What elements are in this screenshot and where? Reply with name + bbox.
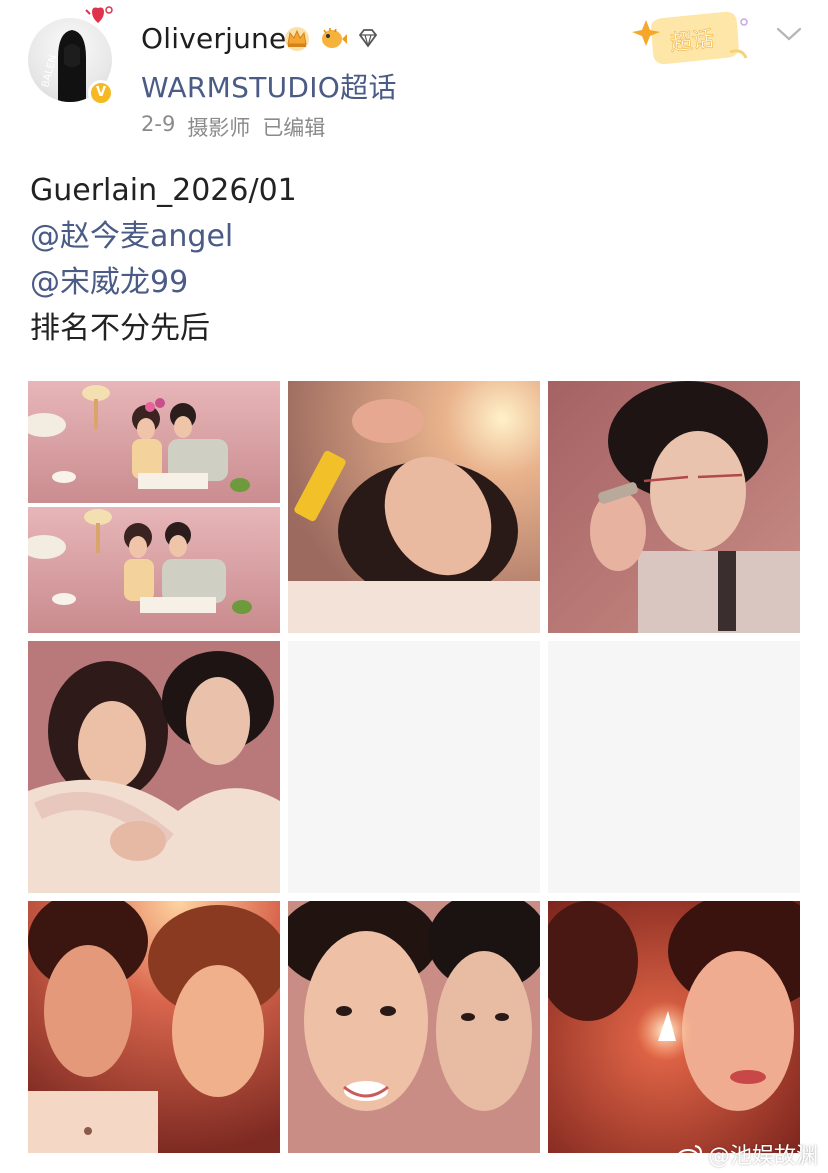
edited-label[interactable]: 已编辑 bbox=[262, 112, 325, 142]
post-title-line: Guerlain_2026/01 bbox=[30, 173, 297, 208]
mention-link-2[interactable]: @宋威龙99 bbox=[30, 260, 297, 306]
author-badges bbox=[282, 24, 380, 52]
photo-2[interactable] bbox=[288, 381, 540, 633]
woman-with-light-image bbox=[548, 901, 800, 1153]
post-text: Guerlain_2026/01 @赵今麦angel @宋威龙99 排名不分先后 bbox=[30, 168, 297, 352]
post-note-line: 排名不分先后 bbox=[30, 311, 210, 346]
pufferfish-badge-icon[interactable] bbox=[318, 24, 348, 52]
chevron-down-icon[interactable] bbox=[775, 24, 803, 44]
weibo-post: BALEN V Oliverjune WARMSTUDIO超话 2-9 摄影师 … bbox=[0, 0, 828, 1173]
couple-with-blanket-image bbox=[28, 641, 280, 893]
crown-badge-icon[interactable] bbox=[282, 24, 312, 52]
heart-decoration-icon bbox=[85, 6, 113, 23]
chaohua-sticker-icon[interactable]: 超话 bbox=[630, 8, 756, 70]
photo-1[interactable] bbox=[28, 381, 280, 633]
photo-5[interactable] bbox=[288, 641, 540, 893]
verified-v-icon: V bbox=[88, 80, 114, 106]
svg-text:超话: 超话 bbox=[669, 27, 715, 56]
photo-7[interactable] bbox=[28, 901, 280, 1153]
photo-8[interactable] bbox=[288, 901, 540, 1153]
author-name[interactable]: Oliverjune bbox=[141, 22, 286, 55]
bedroom-couple-collage-image bbox=[28, 381, 280, 633]
watermark-text: @池娱故渊 bbox=[708, 1144, 819, 1169]
photo-6[interactable] bbox=[548, 641, 800, 893]
weibo-logo-icon bbox=[677, 1145, 702, 1165]
woman-with-gold-lipstick-image bbox=[288, 381, 540, 633]
mention-link-1[interactable]: @赵今麦angel bbox=[30, 214, 297, 260]
post-meta: 2-9 摄影师 已编辑 bbox=[141, 112, 325, 142]
photo-3[interactable] bbox=[548, 381, 800, 633]
diamond-badge-icon[interactable] bbox=[356, 26, 380, 50]
man-with-glasses-image bbox=[548, 381, 800, 633]
couple-smiling-image bbox=[288, 901, 540, 1153]
post-date: 2-9 bbox=[141, 112, 176, 136]
photo-9[interactable] bbox=[548, 901, 800, 1153]
author-role: 摄影师 bbox=[187, 116, 251, 140]
couple-warm-light-image bbox=[28, 901, 280, 1153]
photo-4[interactable] bbox=[28, 641, 280, 893]
watermark: @池娱故渊 bbox=[676, 1138, 818, 1170]
svg-text:BALEN: BALEN bbox=[40, 54, 59, 89]
topic-link[interactable]: WARMSTUDIO超话 bbox=[141, 66, 397, 106]
